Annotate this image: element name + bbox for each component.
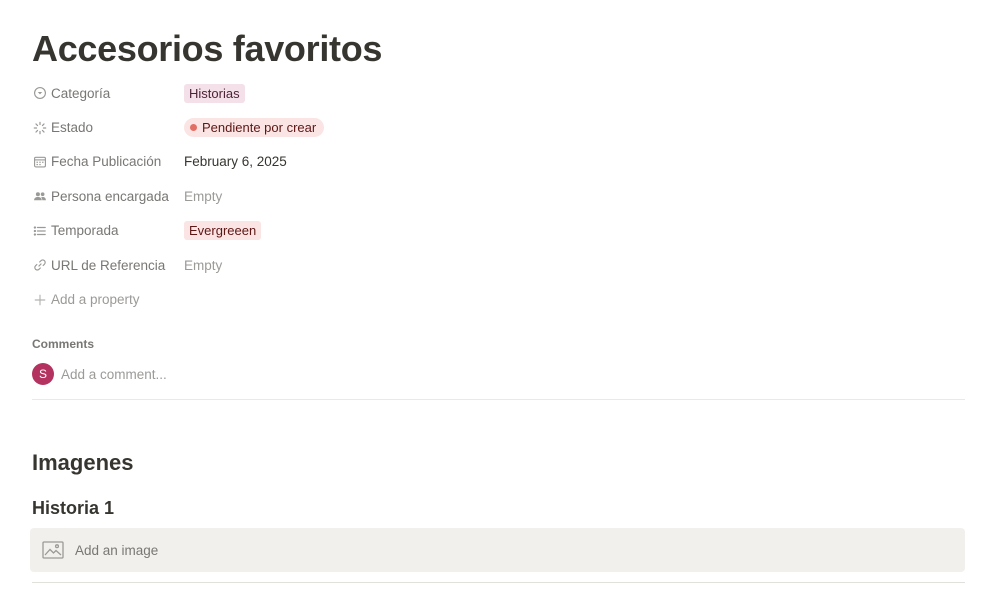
calendar-icon: [32, 154, 48, 170]
add-property-text: Add a property: [51, 292, 140, 308]
property-temporada: Temporada Evergreeen: [32, 214, 965, 248]
add-property-label: Add a property: [32, 292, 184, 308]
property-value-estado[interactable]: Pendiente por crear: [184, 118, 325, 138]
property-label-estado[interactable]: Estado: [32, 120, 184, 136]
comments-heading: Comments: [32, 337, 95, 351]
property-categoria: Categoría Historias: [32, 76, 965, 110]
heading-imagenes[interactable]: Imagenes: [32, 450, 134, 476]
property-label-text: Persona encargada: [51, 188, 169, 204]
property-value-url[interactable]: Empty: [184, 258, 222, 273]
add-image-block[interactable]: Add an image: [30, 528, 965, 572]
divider: [32, 582, 965, 583]
property-label-persona[interactable]: Persona encargada: [32, 188, 184, 204]
heading-historia-1[interactable]: Historia 1: [32, 498, 114, 519]
property-label-categoria[interactable]: Categoría: [32, 85, 184, 101]
property-value-persona[interactable]: Empty: [184, 189, 222, 204]
property-label-text: Fecha Publicación: [51, 154, 162, 170]
image-icon: [42, 541, 64, 559]
divider: [32, 399, 965, 400]
link-icon: [32, 257, 48, 273]
people-icon: [32, 188, 48, 204]
property-label-text: Categoría: [51, 85, 111, 101]
property-fecha: Fecha Publicación February 6, 2025: [32, 145, 965, 179]
property-value-fecha[interactable]: February 6, 2025: [184, 154, 287, 169]
list-icon: [32, 223, 48, 239]
property-persona: Persona encargada Empty: [32, 179, 965, 213]
properties-list: Categoría Historias Estado Pendiente por…: [32, 76, 965, 317]
status-spinner-icon: [32, 120, 48, 136]
add-property-button[interactable]: Add a property: [32, 282, 965, 316]
select-circle-icon: [32, 85, 48, 101]
status-label: Pendiente por crear: [202, 120, 317, 136]
avatar: S: [32, 363, 54, 385]
tag-evergreen: Evergreeen: [184, 221, 262, 241]
property-label-text: Estado: [51, 120, 94, 136]
property-url: URL de Referencia Empty: [32, 248, 965, 282]
status-dot: [190, 124, 197, 132]
property-label-text: Temporada: [51, 223, 119, 239]
property-value-temporada[interactable]: Evergreeen: [184, 221, 262, 241]
comment-input[interactable]: [61, 366, 561, 382]
property-label-temporada[interactable]: Temporada: [32, 223, 184, 239]
status-badge: Pendiente por crear: [184, 118, 325, 138]
add-image-label: Add an image: [75, 542, 159, 558]
property-value-categoria[interactable]: Historias: [184, 83, 245, 103]
property-label-url[interactable]: URL de Referencia: [32, 257, 184, 273]
page-title[interactable]: Accesorios favoritos: [32, 28, 382, 70]
comment-composer: S: [32, 363, 561, 385]
property-label-text: URL de Referencia: [51, 257, 166, 273]
plus-icon: [32, 292, 48, 308]
property-label-fecha[interactable]: Fecha Publicación: [32, 154, 184, 170]
tag-historias: Historias: [184, 83, 245, 103]
property-estado: Estado Pendiente por crear: [32, 110, 965, 144]
